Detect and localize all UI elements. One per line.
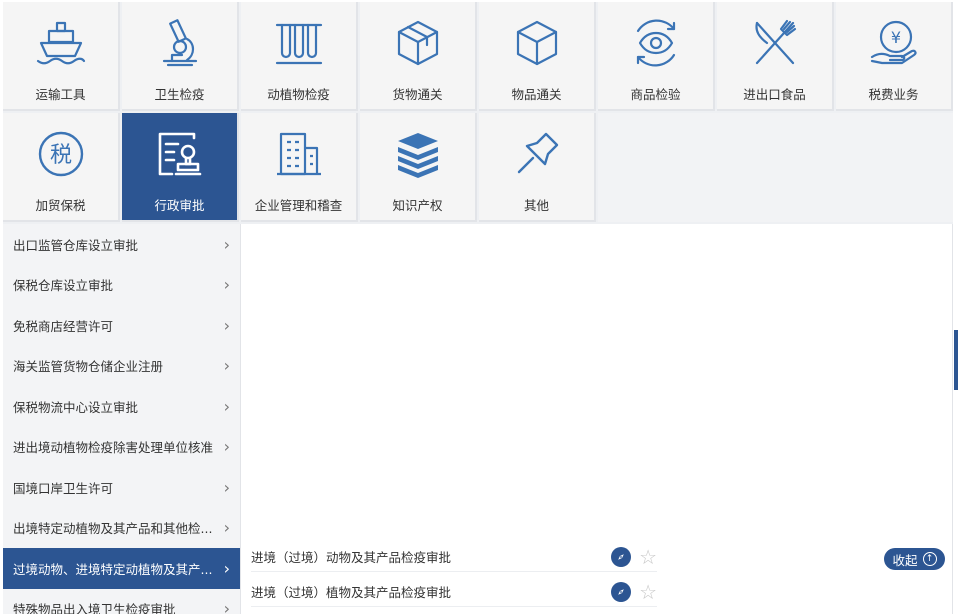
ship-icon [34,16,88,70]
tile-transport[interactable]: 运输工具 [3,2,120,111]
list-item: 进境（过境）动物及其产品检疫审批 ☆ [251,542,657,572]
tile-administrative-approval[interactable]: 行政审批 [122,113,239,222]
collapse-label: 收起 [892,552,918,568]
tile-label: 运输工具 [35,87,86,102]
yen-hand-icon: ¥ [867,16,921,70]
sidebar-item[interactable]: 出境特定动植物及其产品和其他检... › [3,508,240,549]
tile-article-clearance[interactable]: 物品通关 [479,2,596,111]
tile-animal-plant-quarantine[interactable]: 动植物检疫 [241,2,358,111]
books-icon [391,127,445,181]
tile-label: 知识产权 [392,198,443,213]
chevron-right-icon: › [223,599,230,614]
sidebar-item[interactable]: 特殊物品出入境卫生检疫审批 › [3,589,240,614]
pushpin-icon [510,127,564,181]
tile-label: 物品通关 [511,87,562,102]
sidebar-item[interactable]: 国境口岸卫生许可 › [3,467,240,508]
sidebar-item[interactable]: 保税仓库设立审批 › [3,265,240,306]
tax-circle-icon: 税 [34,127,88,181]
sidebar-item[interactable]: 进出境动植物检疫除害处理单位核准 › [3,427,240,468]
item-link[interactable]: 进境（过境）动物及其产品检疫审批 [251,547,611,566]
service-category-grid: 运输工具 卫生检疫 动植物检疫 货物通关 物品通关 商品检验 进出口食品 ¥ 税… [3,2,953,224]
star-icon[interactable]: ☆ [639,582,657,602]
tax-glyph: 税 [49,143,71,168]
tile-bonded-processing[interactable]: 税 加贸保税 [3,113,120,222]
chevron-right-icon: › [223,396,230,416]
fork-knife-icon [748,16,802,70]
chevron-right-icon: › [223,558,230,578]
approval-items-panel: 进境（过境）动物及其产品检疫审批 ☆ 进境（过境）植物及其产品检疫审批 ☆ [241,224,953,614]
sidebar-item[interactable]: 免税商店经营许可 › [3,305,240,346]
tile-label: 税费业务 [868,87,919,102]
tile-label: 动植物检疫 [267,87,330,102]
tile-commodity-inspection[interactable]: 商品检验 [598,2,715,111]
tile-label: 卫生检疫 [154,87,205,102]
chevron-right-icon: › [223,234,230,254]
chevron-right-icon: › [223,518,230,538]
microscope-icon [153,16,207,70]
eye-inspect-icon [629,16,683,70]
item-link[interactable]: 进境（过境）植物及其产品检疫审批 [251,582,611,601]
yen-glyph: ¥ [890,28,900,47]
test-tubes-icon [272,16,326,70]
chevron-right-icon: › [223,437,230,457]
list-item: 进境（过境）植物及其产品检疫审批 ☆ [251,577,657,607]
sidebar-item[interactable]: 保税物流中心设立审批 › [3,386,240,427]
chevron-right-icon: › [223,356,230,376]
tile-enterprise-management[interactable]: 企业管理和稽查 [241,113,358,222]
star-icon[interactable]: ☆ [639,547,657,567]
tile-health-quarantine[interactable]: 卫生检疫 [122,2,239,111]
collapse-button[interactable]: 收起 ↑ [884,548,945,570]
tile-label: 进出口食品 [743,87,806,102]
chevron-right-icon: › [223,315,230,335]
compass-icon[interactable] [611,581,632,602]
page-edge-accent [954,330,958,390]
approval-sidebar: 出口监管仓库设立审批 › 保税仓库设立审批 › 免税商店经营许可 › 海关监管货物仓储… [3,224,241,614]
cargo-box-icon [391,16,445,70]
tile-label: 企业管理和稽查 [254,198,343,213]
tile-tax-services[interactable]: ¥ 税费业务 [836,2,953,111]
compass-icon[interactable] [611,546,632,567]
tile-label: 商品检验 [630,87,681,102]
tile-other[interactable]: 其他 [479,113,596,222]
arrow-up-icon: ↑ [922,552,937,566]
chevron-right-icon: › [223,275,230,295]
approval-stamp-icon [153,127,207,181]
tile-import-export-food[interactable]: 进出口食品 [717,2,834,111]
sidebar-item[interactable]: 海关监管货物仓储企业注册 › [3,346,240,387]
tile-cargo-clearance[interactable]: 货物通关 [360,2,477,111]
cube-icon [510,16,564,70]
chevron-right-icon: › [223,477,230,497]
sidebar-item-active[interactable]: 过境动物、进境特定动植物及其产... › [3,548,240,589]
building-icon [272,127,326,181]
tile-label: 加贸保税 [35,198,86,213]
tile-label: 货物通关 [392,87,443,102]
tile-label: 行政审批 [154,198,205,213]
grid-empty-area [598,113,953,222]
tile-intellectual-property[interactable]: 知识产权 [360,113,477,222]
sidebar-item[interactable]: 出口监管仓库设立审批 › [3,224,240,265]
tile-label: 其他 [523,198,549,213]
